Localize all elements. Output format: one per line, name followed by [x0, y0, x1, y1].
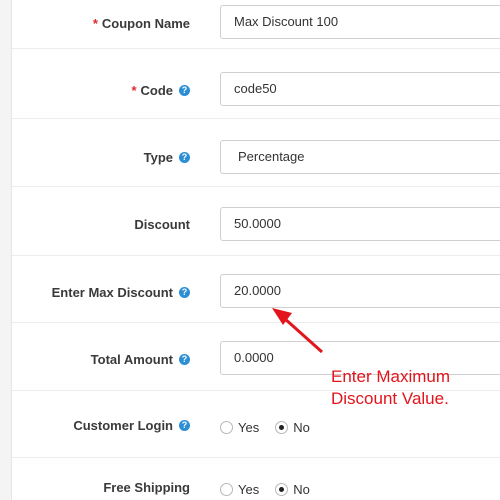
annotation-line-1: Enter Maximum: [331, 367, 451, 386]
annotation-arrow-icon: [272, 308, 324, 354]
annotation-line-2: Discount Value.: [331, 389, 449, 408]
annotation-text: Enter Maximum Discount Value.: [331, 366, 491, 410]
